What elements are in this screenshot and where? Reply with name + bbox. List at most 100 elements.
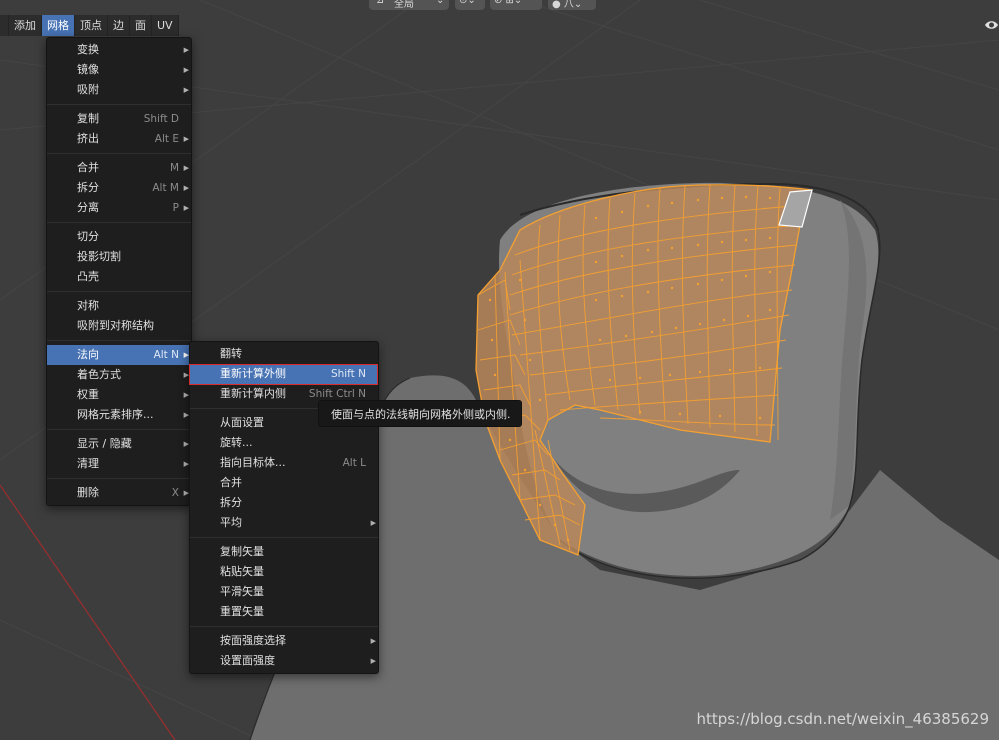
submenu-arrow-icon: ▶ (183, 204, 189, 212)
normals-menu-item[interactable]: 粘贴矢量 (190, 562, 378, 582)
submenu-arrow-icon: ▶ (183, 184, 189, 192)
submenu-arrow-icon: ▶ (183, 66, 189, 74)
submenu-arrow-icon: ▶ (183, 164, 189, 172)
mesh-menu-item-shortcut: Alt E (154, 133, 179, 145)
mesh-menu-item[interactable]: 删除 X ▶ (47, 483, 191, 503)
mesh-menu-item-label: 投影切割 (77, 250, 121, 263)
mesh-menu-item[interactable]: 显示 / 隐藏 ▶ (47, 434, 191, 454)
submenu-arrow-icon: ▶ (183, 46, 189, 54)
mesh-menu-item[interactable]: 切分 (47, 227, 191, 247)
menu-mesh[interactable]: 网格 (42, 15, 75, 36)
mesh-menu-item[interactable]: 吸附到对称结构 (47, 316, 191, 336)
normals-menu-item[interactable]: 合并 (190, 473, 378, 493)
mesh-menu-item[interactable]: 网格元素排序... ▶ (47, 405, 191, 425)
header-bar: ⊿ 全局 ⌄ ⊙⌄ ⊘ ⊞⌄ ● 八⌄ (0, 0, 999, 12)
normals-menu-item-label: 平滑矢量 (220, 585, 264, 598)
mesh-menu-item[interactable]: 凸壳 (47, 267, 191, 287)
mesh-menu-item[interactable]: 投影切割 (47, 247, 191, 267)
mesh-menu-item[interactable]: 变换 ▶ (47, 40, 191, 60)
mesh-menu-item-label: 凸壳 (77, 270, 99, 283)
mesh-menu-item-label: 显示 / 隐藏 (77, 437, 132, 450)
normals-menu-item-shortcut: Shift N (330, 368, 366, 380)
normals-menu-item-label: 按面强度选择 (220, 634, 286, 647)
mesh-menu-item-shortcut: P (172, 202, 179, 214)
mesh-menu-item-shortcut: Shift D (143, 113, 179, 125)
menu-face[interactable]: 面 (130, 15, 152, 36)
normals-menu-item-label: 指向目标体... (220, 456, 286, 469)
mesh-menu-item-label: 删除 (77, 486, 99, 499)
normals-menu-item[interactable]: 平滑矢量 (190, 582, 378, 602)
mesh-menu-item[interactable]: 清理 ▶ (47, 454, 191, 474)
menu-vertex[interactable]: 顶点 (75, 15, 108, 36)
mesh-menu-item-label: 切分 (77, 230, 99, 243)
normals-menu-item-label: 复制矢量 (220, 545, 264, 558)
mesh-menu-item[interactable]: 拆分 Alt M ▶ (47, 178, 191, 198)
mesh-menu-item[interactable]: 权重 ▶ (47, 385, 191, 405)
overlay-eye-icon[interactable] (984, 18, 999, 32)
normals-menu-item[interactable]: 旋转... (190, 433, 378, 453)
tooltip: 使面与点的法线朝向网格外侧或内侧. (318, 400, 522, 427)
menu-add[interactable]: 添加 (9, 15, 42, 36)
pivot-icon: ⊙⌄ (459, 0, 476, 6)
normals-menu-item[interactable]: 翻转 (190, 344, 378, 364)
mesh-menu-item-shortcut: Alt N (153, 349, 179, 361)
mesh-menu-item-label: 复制 (77, 112, 99, 125)
normals-menu-item[interactable]: 重新计算外侧 Shift N (190, 364, 378, 384)
normals-menu-item-label: 拆分 (220, 496, 242, 509)
menu-separator (47, 104, 191, 105)
menu-uv[interactable]: UV (152, 15, 179, 36)
mesh-menu-item-label: 分离 (77, 201, 99, 214)
mesh-menu-item[interactable]: 分离 P ▶ (47, 198, 191, 218)
mesh-menu-item-label: 变换 (77, 43, 99, 56)
menu-edge[interactable]: 边 (108, 15, 130, 36)
normals-menu-item-label: 重新计算外侧 (220, 367, 286, 380)
mesh-menu-item[interactable]: 吸附 ▶ (47, 80, 191, 100)
mesh-menu-item-label: 吸附到对称结构 (77, 319, 154, 332)
submenu-arrow-icon: ▶ (370, 519, 376, 527)
normals-menu-item[interactable]: 复制矢量 (190, 542, 378, 562)
normals-menu-item[interactable]: 拆分 (190, 493, 378, 513)
snap-icon: ⊘ ⊞⌄ (494, 0, 523, 6)
mesh-menu-item-label: 着色方式 (77, 368, 121, 381)
mesh-menu-item[interactable]: 合并 M ▶ (47, 158, 191, 178)
mesh-menu-item[interactable]: 着色方式 ▶ (47, 365, 191, 385)
menu-separator (190, 626, 378, 627)
watermark: https://blog.csdn.net/weixin_46385629 (696, 710, 989, 728)
normals-menu-item-label: 平均 (220, 516, 242, 529)
menu-bar-edge (0, 15, 9, 36)
normals-menu-item-shortcut: Alt L (342, 457, 366, 469)
mesh-menu-item-label: 权重 (77, 388, 99, 401)
normals-menu-item[interactable]: 平均 ▶ (190, 513, 378, 533)
normals-submenu: 翻转 重新计算外侧 Shift N 重新计算内侧 Shift Ctrl N 从面设置 旋转.… (189, 341, 379, 674)
mesh-menu-item-shortcut: X (171, 487, 179, 499)
mesh-menu: 变换 ▶ 镜像 ▶ 吸附 ▶ 复制 Shift D 挤出 Alt E ▶ 合并 M ▶ 拆分 Alt M ▶ 分离… (46, 37, 192, 506)
mesh-menu-item[interactable]: 复制 Shift D (47, 109, 191, 129)
mesh-menu-item-shortcut: Alt M (152, 182, 179, 194)
mesh-menu-item-label: 网格元素排序... (77, 408, 154, 421)
menu-separator (47, 222, 191, 223)
mesh-menu-item[interactable]: 挤出 Alt E ▶ (47, 129, 191, 149)
normals-menu-item[interactable]: 指向目标体... Alt L (190, 453, 378, 473)
menu-separator (190, 537, 378, 538)
submenu-arrow-icon: ▶ (370, 637, 376, 645)
mesh-menu-item-shortcut: M (169, 162, 179, 174)
normals-menu-item[interactable]: 设置面强度 ▶ (190, 651, 378, 671)
mesh-menu-item-label: 合并 (77, 161, 99, 174)
menu-separator (47, 153, 191, 154)
mesh-menu-item[interactable]: 法向 Alt N ▶ (47, 345, 191, 365)
normals-menu-item-label: 从面设置 (220, 416, 264, 429)
normals-menu-item[interactable]: 按面强度选择 ▶ (190, 631, 378, 651)
mesh-menu-item[interactable]: 镜像 ▶ (47, 60, 191, 80)
normals-menu-item-label: 重新计算内侧 (220, 387, 286, 400)
mesh-menu-item-label: 法向 (77, 348, 99, 361)
normals-menu-item[interactable]: 重置矢量 (190, 602, 378, 622)
submenu-arrow-icon: ▶ (370, 657, 376, 665)
normals-menu-item-label: 重置矢量 (220, 605, 264, 618)
mesh-menu-item[interactable]: 对称 (47, 296, 191, 316)
mesh-menu-item-label: 吸附 (77, 83, 99, 96)
normals-menu-item-label: 旋转... (220, 436, 253, 449)
submenu-arrow-icon: ▶ (183, 135, 189, 143)
menu-separator (47, 429, 191, 430)
menu-separator (47, 291, 191, 292)
mesh-menu-item-label: 拆分 (77, 181, 99, 194)
